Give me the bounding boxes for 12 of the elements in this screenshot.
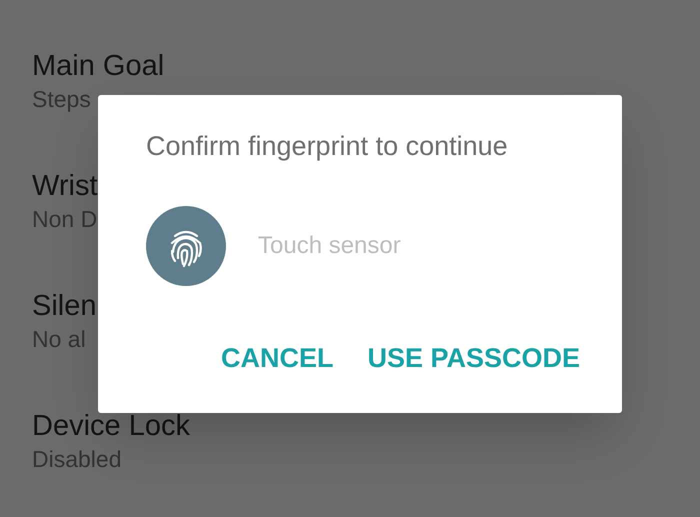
dialog-title: Confirm fingerprint to continue <box>146 130 509 163</box>
setting-title: Wrist <box>32 169 98 204</box>
setting-title: Main Goal <box>32 49 164 84</box>
dialog-button[interactable]: USE PASSCODE <box>365 338 582 378</box>
fingerprint-icon <box>146 206 226 286</box>
dialog-button[interactable]: CANCEL <box>218 338 336 378</box>
setting-value: Disabled <box>32 445 122 474</box>
touch-sensor-hint: Touch sensor <box>258 231 401 261</box>
setting-value: Steps <box>32 85 91 114</box>
setting-value: No al <box>32 325 86 354</box>
setting-title: Device Lock <box>32 409 190 444</box>
setting-title: Silen <box>32 289 96 324</box>
